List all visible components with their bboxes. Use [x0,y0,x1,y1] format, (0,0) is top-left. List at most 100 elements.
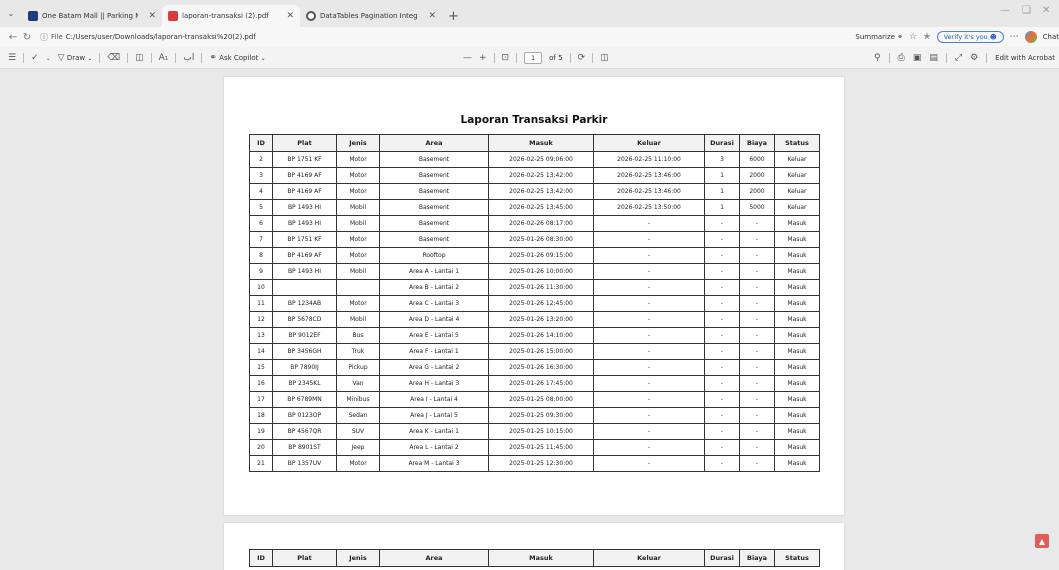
verify-identity-button[interactable]: Verify it's you ☻ [936,31,1004,43]
search-icon[interactable]: ⚲ [874,53,881,63]
table-header-row: ID Plat Jenis Area Masuk Keluar Durasi Biaya Sta… [249,549,820,567]
edit-with-acrobat-button[interactable]: Edit with Acrobat [995,54,1055,62]
table-row: 9 BP 1493 HI Mobil Area A - Lantai 1 2025-01… [249,263,820,280]
rotate-icon[interactable]: ⟳ [578,53,586,63]
table-cell: - [704,343,740,360]
table-cell: 16 [249,375,273,392]
table-cell: 11 [249,295,273,312]
table-cell: - [704,247,740,264]
column-header: Jenis [336,134,380,152]
column-header: Area [379,134,489,152]
column-header: Jenis [336,549,380,567]
acrobat-icon[interactable]: ▲ [1035,534,1049,548]
table-cell: - [739,343,775,360]
column-header: Status [774,134,820,152]
save-icon[interactable]: ▣ [913,53,922,63]
table-cell: - [739,407,775,424]
table-cell: - [593,327,705,344]
table-cell: 3 [249,167,273,184]
url-field[interactable]: ⓘ File C:/Users/user/Downloads/laporan-t… [40,32,256,43]
save-as-icon[interactable]: ▤ [929,53,938,63]
ask-copilot-button[interactable]: ⚭ Ask Copilot ⌄ [209,53,265,63]
table-cell: 2026-02-25 13:50:00 [593,199,705,216]
settings-gear-icon[interactable]: ⚙ [970,53,978,63]
pdf-page-2: ID Plat Jenis Area Masuk Keluar Durasi Biaya Sta… [224,523,844,570]
tab-close-icon[interactable]: ✕ [286,11,294,21]
copilot-chat-icon[interactable] [1024,31,1037,43]
favorites-icon[interactable]: ✭ [923,32,931,42]
table-cell: BP 1357UV [272,455,337,472]
tab-parking-manager[interactable]: One Batam Mall || Parking Manag ✕ [22,5,162,27]
table-cell: Area F - Lantai 1 [379,343,489,360]
table-cell: BP 1493 HI [272,215,337,232]
table-cell: Masuk [774,311,820,328]
table-cell: Motor [336,455,380,472]
page-view-icon[interactable]: ◫ [135,53,144,63]
reload-icon[interactable]: ↻ [20,32,34,43]
table-cell: 6000 [739,151,775,168]
table-cell: 2025-01-26 09:15:00 [488,247,594,264]
table-row: 13 BP 9012EF Bus Area E - Lantai 5 2025-01-2… [249,327,820,344]
table-cell: BP 1234AB [272,295,337,312]
toolbar-divider [516,53,518,63]
chevron-down-icon[interactable]: ⌄ [46,55,51,62]
draw-button[interactable]: ▽ Draw ⌄ [58,53,93,63]
summarize-label: Summarize [855,33,895,41]
minimize-icon[interactable]: — [1000,5,1010,16]
tab-datatables[interactable]: DataTables Pagination Integration ✕ [300,5,442,27]
table-cell: SUV [336,423,380,440]
zoom-in-icon[interactable]: + [479,53,487,63]
fullscreen-icon[interactable]: ⤢ [955,53,962,63]
print-icon[interactable]: ⎙ [898,53,905,63]
table-cell: Masuk [774,343,820,360]
table-cell: 2026-02-25 13:42:00 [488,167,594,184]
close-window-icon[interactable]: ✕ [1042,5,1050,16]
table-cell: - [704,455,740,472]
tab-close-icon[interactable]: ✕ [148,11,156,21]
table-cell: - [593,375,705,392]
erase-icon[interactable]: ⌫ [107,53,120,63]
toolbar-divider [127,53,129,63]
toolbar-divider [150,53,152,63]
favorite-star-icon[interactable]: ☆ [909,32,917,42]
table-cell: Area G - Lantai 2 [379,359,489,376]
table-cell: - [593,311,705,328]
page-number-input[interactable]: 1 [524,52,543,64]
fit-page-icon[interactable]: ⊡ [502,53,510,63]
back-arrow-icon[interactable]: ← [6,32,20,43]
table-cell: 17 [249,391,273,408]
translate-icon[interactable]: اب [183,53,194,63]
table-cell: 13 [249,327,273,344]
table-cell: Area H - Lantai 3 [379,375,489,392]
table-row: 10 Area B - Lantai 2 2025-01-26 11:30:00- -… [249,279,820,296]
table-row: 14 BP 3456GH Truk Area F - Lantai 1 2025-01-… [249,343,820,360]
table-cell: - [739,439,775,456]
table-cell: - [739,359,775,376]
new-tab-button[interactable]: + [442,5,465,27]
table-cell: Basement [379,167,489,184]
table-cell: 9 [249,263,273,280]
more-menu-icon[interactable]: ⋯ [1010,32,1019,42]
table-cell: - [739,391,775,408]
two-page-view-icon[interactable]: ◫ [600,53,609,63]
restore-icon[interactable]: ❏ [1022,5,1031,16]
chat-label[interactable]: Chat [1043,33,1059,41]
tab-close-icon[interactable]: ✕ [428,11,436,21]
table-cell: BP 0123OP [272,407,337,424]
table-cell: BP 4169 AF [272,247,337,264]
read-aloud-icon[interactable]: A₁ [159,53,169,63]
zoom-out-icon[interactable]: — [463,53,472,63]
column-header: Status [774,549,820,567]
tab-actions-chevron-icon[interactable]: ⌄ [0,0,22,27]
table-cell: 2026-02-25 13:46:00 [593,167,705,184]
table-cell: - [704,215,740,232]
tab-pdf-report[interactable]: laporan-transaksi (2).pdf ✕ [162,5,300,27]
table-cell: Keluar [774,183,820,200]
table-cell: BP 4169 AF [272,183,337,200]
contents-list-icon[interactable]: ☰ [8,53,16,63]
table-cell: Area A - Lantai 1 [379,263,489,280]
table-cell: 2000 [739,183,775,200]
table-row: 7 BP 1751 KF Motor Basement 2025-01-26 08:30… [249,231,820,248]
summarize-button[interactable]: Summarize ⚭ [855,33,903,41]
highlight-icon[interactable]: ✓ [31,53,39,63]
